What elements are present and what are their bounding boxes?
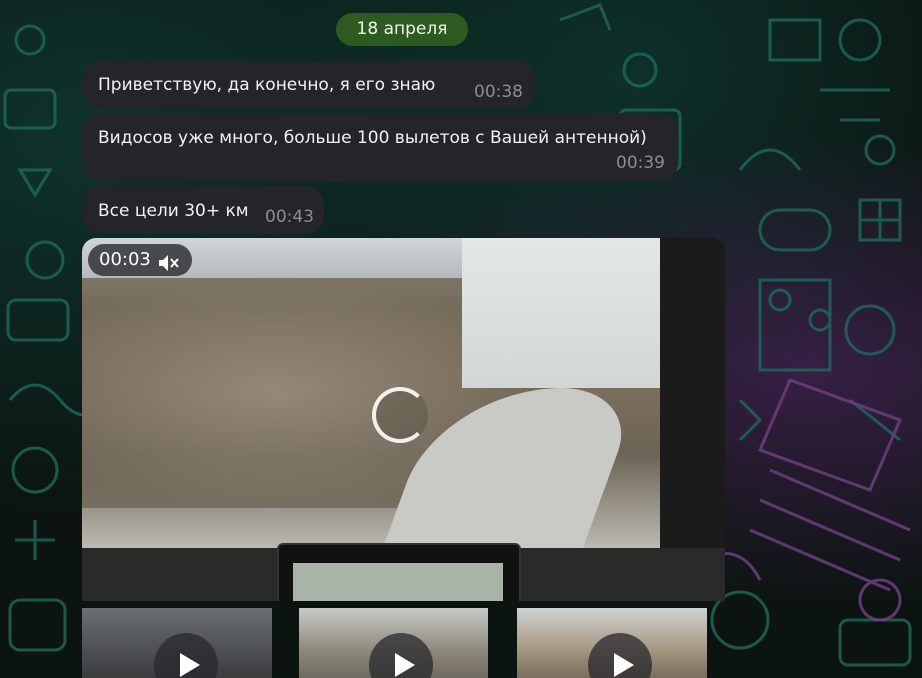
message-bubble[interactable]: Все цели 30+ км 00:43 xyxy=(82,186,324,234)
video-message[interactable] xyxy=(82,238,725,601)
play-icon[interactable] xyxy=(369,633,433,678)
video-thumbnail[interactable] xyxy=(299,608,488,678)
video-frame xyxy=(82,238,662,548)
video-thumbnail[interactable] xyxy=(517,608,707,678)
muted-speaker-icon[interactable] xyxy=(158,251,180,271)
play-icon[interactable] xyxy=(588,633,652,678)
play-icon[interactable] xyxy=(154,633,218,678)
message-time: 00:39 xyxy=(616,153,665,173)
video-duration: 00:03 xyxy=(99,249,151,270)
message-text: Приветствую, да конечно, я его знаю xyxy=(98,75,436,95)
video-frame-dark-edge xyxy=(660,238,725,601)
monitor-shape xyxy=(277,543,521,601)
message-text: Все цели 30+ км xyxy=(98,201,249,221)
sky-shape xyxy=(462,238,662,388)
message-text: Видосов уже много, больше 100 вылетов с … xyxy=(98,128,647,148)
message-time: 00:43 xyxy=(265,207,314,227)
loading-spinner-icon xyxy=(372,387,428,443)
date-badge: 18 апреля xyxy=(336,13,468,46)
video-duration-badge: 00:03 xyxy=(88,244,192,276)
message-time: 00:38 xyxy=(474,82,523,102)
message-bubble[interactable]: Видосов уже много, больше 100 вылетов с … xyxy=(82,113,678,181)
message-bubble[interactable]: Приветствую, да конечно, я его знаю 00:3… xyxy=(82,61,535,109)
video-thumbnail[interactable] xyxy=(82,608,272,678)
